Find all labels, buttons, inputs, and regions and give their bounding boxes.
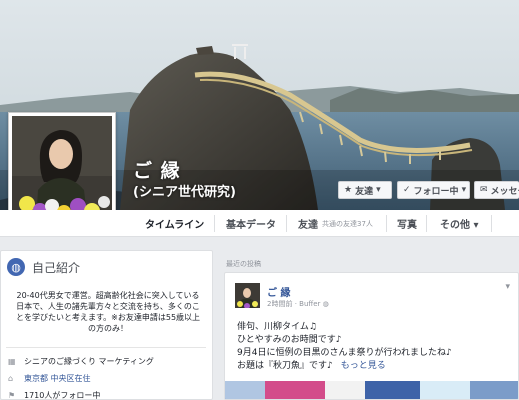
intro-bio: 20-40代男女で運営。超高齢化社会に突入している日本で、人生の諸先輩方々と交流…: [15, 291, 201, 333]
intro-title: 自己紹介: [32, 260, 81, 275]
nav-divider: [286, 215, 287, 232]
post-meta: 2時間前 · Buffer ◍: [267, 299, 329, 309]
post-line: お題は『秋刀魚』です♪: [237, 361, 333, 371]
intro-location-row[interactable]: ⌂ 東京都 中央区在住: [8, 373, 91, 384]
intro-location-text[interactable]: 東京都 中央区在住: [24, 373, 91, 384]
nav-divider: [386, 215, 387, 232]
post-line: 俳句、川柳タイム♫: [237, 322, 317, 332]
profile-name[interactable]: ご 縁: [133, 156, 181, 183]
globe-icon: ◍: [322, 300, 329, 308]
post-timestamp[interactable]: 2時間前: [267, 300, 292, 308]
post-author[interactable]: ご 縁: [267, 284, 290, 299]
intro-followers-row[interactable]: ⚑ 1710人がフォロー中: [8, 390, 100, 400]
nav-divider: [491, 215, 492, 232]
intro-header: ◍ 自己紹介: [7, 258, 80, 276]
star-icon: ★: [344, 185, 353, 195]
mutual-friends-count: 共通の友達37人: [322, 219, 373, 228]
message-button[interactable]: ✉ メッセージ: [474, 181, 519, 199]
post-avatar-image: [235, 283, 260, 308]
chevron-down-icon: ▾: [376, 185, 381, 195]
nav-divider: [426, 215, 427, 232]
tab-photos[interactable]: 写真: [397, 210, 417, 237]
profile-picture-image: [12, 116, 112, 224]
following-button-label: フォロー中: [413, 186, 459, 197]
tab-about[interactable]: 基本データ: [226, 210, 276, 237]
friends-button[interactable]: ★ 友達 ▾: [338, 181, 392, 199]
intro-work-row[interactable]: ▦ シニアのご縁づくり マーケティング: [8, 356, 154, 367]
followers-icon: ⚑: [8, 391, 16, 400]
tab-friends[interactable]: 友達 共通の友達37人: [298, 210, 373, 237]
message-button-label: メッセージ: [490, 186, 519, 197]
post-line: ひとやすみのお時間です♪: [237, 335, 342, 345]
intro-work-text: シニアのご縁づくり マーケティング: [24, 357, 154, 366]
post-avatar[interactable]: [235, 283, 260, 308]
nav-divider: [214, 215, 215, 232]
post-card: ご 縁 2時間前 · Buffer ◍ ▾ 俳句、川柳タイム♫ ひとやすみのお時…: [224, 272, 519, 400]
post-image[interactable]: [225, 381, 519, 400]
recent-posts-label: 最近の投稿: [226, 260, 261, 268]
see-more-link[interactable]: もっと見る: [341, 361, 386, 371]
check-icon: ✓: [403, 185, 411, 195]
post-text: 俳句、川柳タイム♫ ひとやすみのお時間です♪ 9月4日に恒例の目黒のさんま祭りが…: [237, 321, 507, 373]
profile-nav-bar: タイムライン 基本データ 友達 共通の友達37人 写真 その他 ▾: [0, 210, 519, 237]
post-options-icon[interactable]: ▾: [505, 282, 510, 292]
briefcase-icon: ▦: [8, 357, 16, 366]
post-line-last: お題は『秋刀魚』です♪ もっと見る: [237, 360, 507, 373]
globe-icon: ◍: [7, 258, 25, 276]
chevron-down-icon: ▾: [461, 185, 467, 195]
tab-more[interactable]: その他 ▾: [440, 210, 479, 237]
tab-timeline[interactable]: タイムライン: [145, 210, 204, 237]
profile-subtitle[interactable]: (シニア世代研究): [133, 181, 236, 200]
tab-friends-label: 友達: [298, 220, 318, 231]
message-icon: ✉: [480, 185, 488, 195]
friends-button-label: 友達: [355, 186, 374, 197]
following-button[interactable]: ✓ フォロー中 ▾: [397, 181, 470, 199]
home-icon: ⌂: [8, 374, 14, 383]
intro-followers-text: 1710人がフォロー中: [24, 391, 101, 400]
intro-divider: [6, 347, 206, 348]
post-line: 9月4日に恒例の目黒のさんま祭りが行われましたね♪: [237, 348, 452, 358]
post-via[interactable]: Buffer: [299, 300, 320, 308]
